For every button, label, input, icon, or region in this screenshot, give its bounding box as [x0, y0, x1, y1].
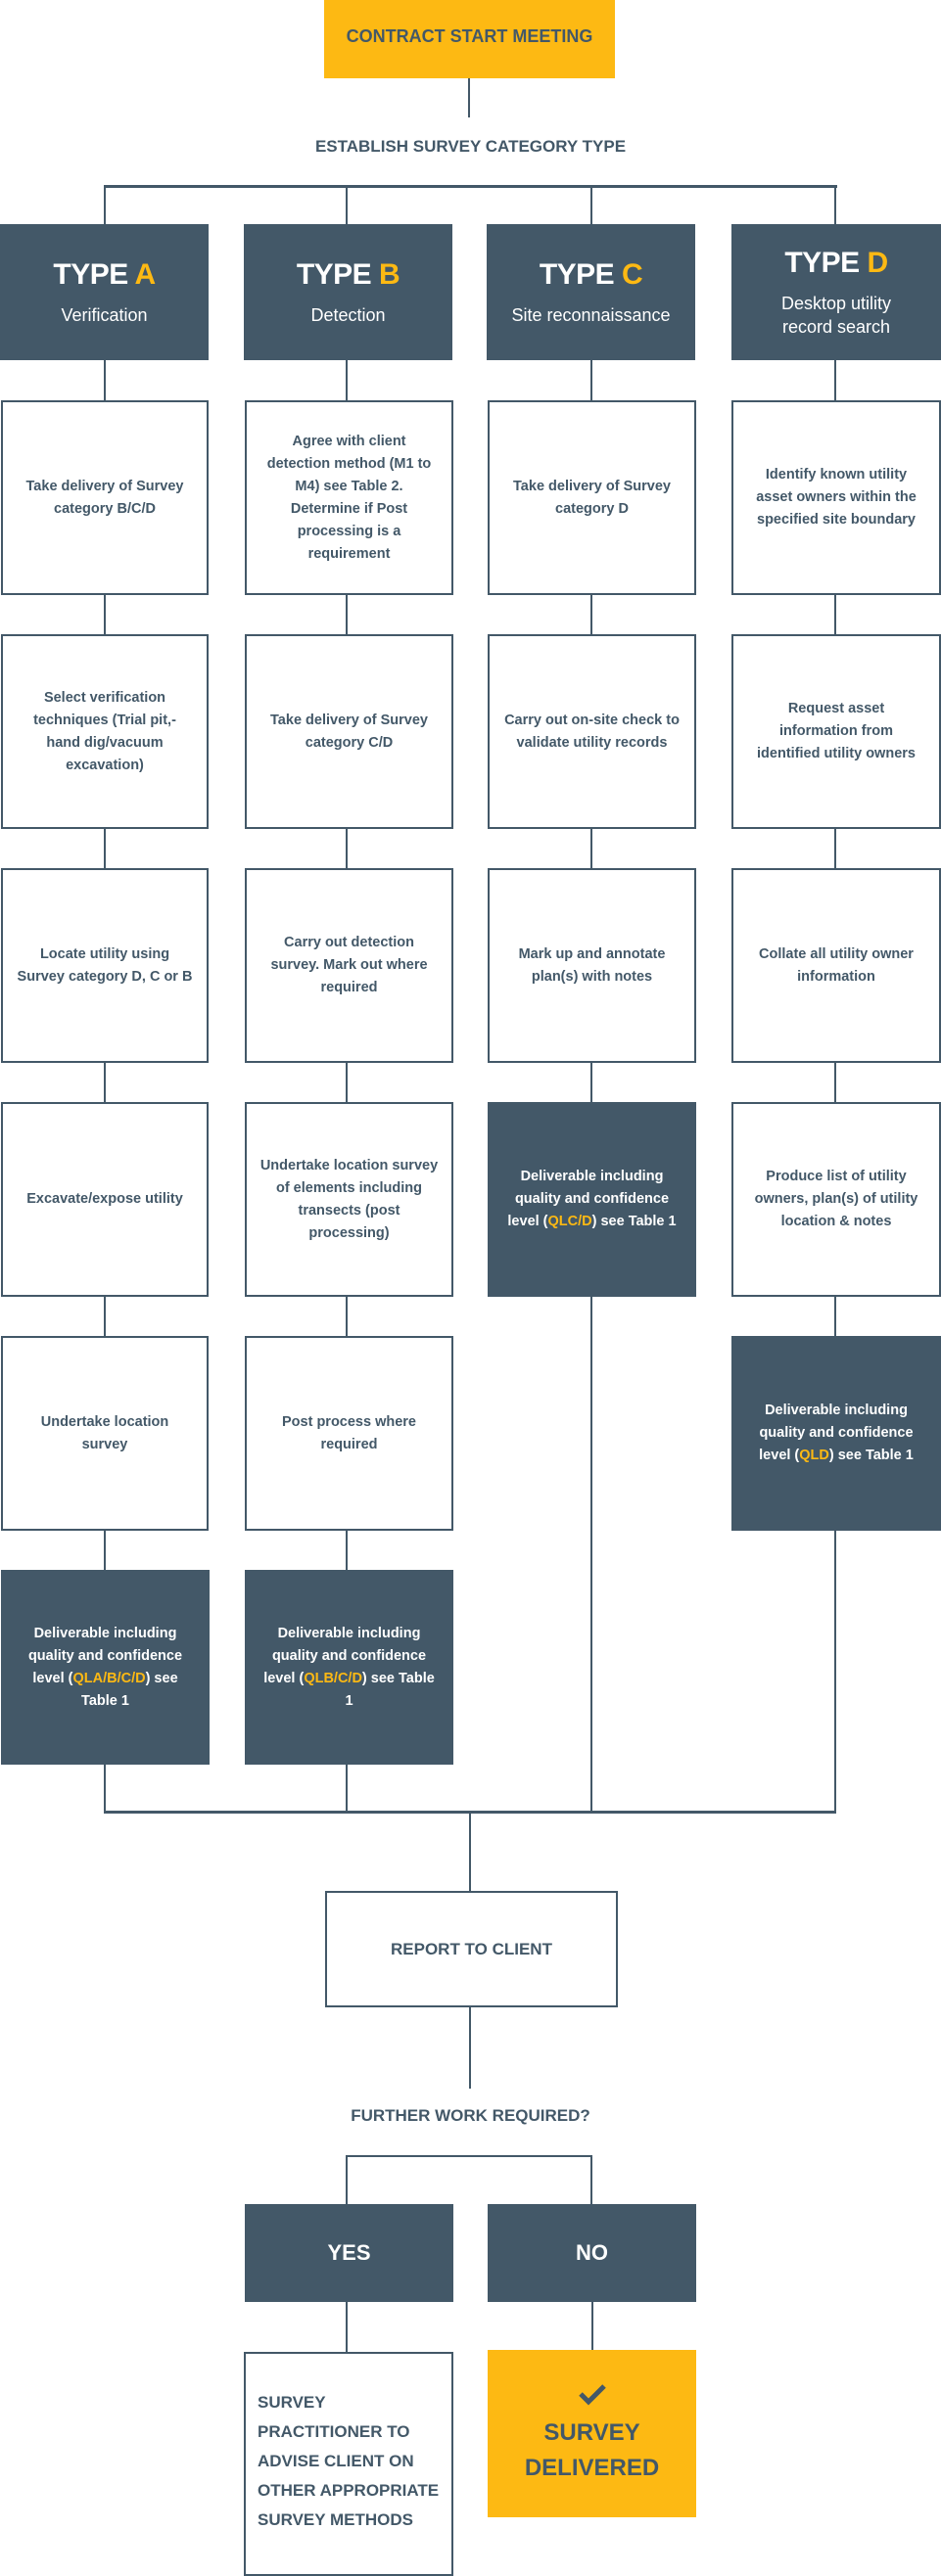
- connector-yes: [346, 2155, 348, 2204]
- no-option: NO: [488, 2204, 696, 2302]
- deliverable-suffix: ) see Table 1: [828, 1448, 914, 1463]
- no-label: NO: [576, 2240, 608, 2265]
- step-d-2: Request asset information from identifie…: [731, 634, 941, 829]
- quality-level-code: QLC/D: [547, 1214, 592, 1229]
- contract-start-meeting: CONTRACT START MEETING: [324, 0, 615, 78]
- step-text: Agree with client detection method (M1 t…: [266, 433, 432, 562]
- step-text: Collate all utility owner information: [759, 945, 914, 985]
- connector-type-c: [590, 185, 592, 224]
- type-prefix: TYPE: [784, 246, 868, 279]
- step-text: Take delivery of Survey category C/D: [270, 712, 428, 751]
- type-a-header: TYPE A Verification: [0, 224, 209, 360]
- step-a-1: Take delivery of Survey category B/C/D: [1, 400, 209, 595]
- step-text: Carry out detection survey. Mark out whe…: [270, 935, 428, 995]
- step-d-4: Produce list of utility owners, plan(s) …: [731, 1102, 941, 1297]
- connector-start-down: [468, 78, 470, 117]
- quality-level-code: QLB/C/D: [304, 1670, 362, 1686]
- step-c-2: Carry out on-site check to validate util…: [488, 634, 696, 829]
- contract-start-label: CONTRACT START MEETING: [346, 25, 593, 46]
- deliverable-d: Deliverable including quality and confid…: [731, 1336, 941, 1531]
- deliverable-text: Deliverable including quality and confid…: [1, 1623, 210, 1713]
- step-text: Take delivery of Survey category D: [513, 478, 671, 517]
- yes-label: YES: [327, 2240, 371, 2265]
- type-c-header: TYPE C Site reconnaissance: [487, 224, 695, 360]
- type-d-header: TYPE D Desktop utility record search: [731, 224, 941, 360]
- connector-yes-down: [346, 2301, 348, 2353]
- type-prefix: TYPE: [296, 257, 380, 291]
- type-c-title: TYPE C: [539, 257, 643, 292]
- connector-types-bar: [104, 185, 837, 188]
- connector-type-a: [104, 185, 106, 224]
- deliverable-text: Deliverable including quality and confid…: [731, 1400, 941, 1467]
- type-a-title: TYPE A: [53, 257, 156, 292]
- further-work-heading: FURTHER WORK REQUIRED?: [351, 2106, 590, 2125]
- type-letter: C: [622, 257, 643, 291]
- survey-delivered-text: SURVEY DELIVERED: [524, 2418, 660, 2481]
- step-d-3: Collate all utility owner information: [731, 868, 941, 1063]
- type-letter: D: [867, 246, 889, 279]
- quality-level-code: QLD: [799, 1448, 829, 1463]
- deliverable-text: Deliverable including quality and confid…: [245, 1623, 453, 1713]
- step-text: Identify known utility asset owners with…: [756, 467, 917, 528]
- connector-decision-bar: [346, 2155, 592, 2157]
- deliverable-c: Deliverable including quality and confid…: [488, 1102, 696, 1297]
- step-text: Take delivery of Survey category B/C/D: [25, 478, 184, 517]
- report-label: REPORT TO CLIENT: [391, 1939, 552, 1958]
- type-letter: B: [379, 257, 400, 291]
- connector-type-d: [834, 185, 836, 224]
- type-b-header: TYPE B Detection: [244, 224, 452, 360]
- step-text: Select verification techniques (Trial pi…: [33, 689, 176, 773]
- step-text: Excavate/expose utility: [26, 1191, 183, 1207]
- report-to-client: REPORT TO CLIENT: [325, 1891, 618, 2007]
- step-b-2: Take delivery of Survey category C/D: [245, 634, 453, 829]
- step-text: Undertake location survey: [40, 1413, 169, 1452]
- deliverable-b: Deliverable including quality and confid…: [245, 1570, 453, 1765]
- type-d-title: TYPE D: [784, 246, 889, 280]
- quality-level-code: QLA/B/C/D: [72, 1670, 146, 1686]
- step-b-3: Carry out detection survey. Mark out whe…: [245, 868, 453, 1063]
- connector-no: [590, 2155, 592, 2204]
- step-text: Carry out on-site check to validate util…: [504, 712, 680, 751]
- deliverable-a: Deliverable including quality and confid…: [1, 1570, 210, 1765]
- yes-option: YES: [245, 2204, 453, 2302]
- step-text: Post process where required: [282, 1413, 416, 1452]
- type-prefix: TYPE: [53, 257, 135, 291]
- connector-to-report: [469, 1812, 471, 1892]
- connector-type-b: [346, 185, 348, 224]
- step-c-3: Mark up and annotate plan(s) with notes: [488, 868, 696, 1063]
- step-d-1: Identify known utility asset owners with…: [731, 400, 941, 595]
- type-prefix: TYPE: [539, 257, 623, 291]
- connector-report-down: [469, 2006, 471, 2089]
- yes-outcome: SURVEY PRACTITIONER TO ADVISE CLIENT ON …: [244, 2352, 453, 2576]
- connector-no-down: [591, 2301, 593, 2352]
- step-b-1: Agree with client detection method (M1 t…: [245, 400, 453, 595]
- type-c-subtitle: Site reconnaissance: [511, 304, 671, 325]
- step-text: Locate utility using Survey category D, …: [17, 945, 193, 985]
- type-b-title: TYPE B: [297, 258, 400, 292]
- yes-outcome-text: SURVEY PRACTITIONER TO ADVISE CLIENT ON …: [258, 2392, 440, 2529]
- type-a-subtitle: Verification: [61, 304, 148, 325]
- step-text: Produce list of utility owners, plan(s) …: [754, 1169, 918, 1229]
- type-letter: A: [134, 257, 156, 291]
- step-b-5: Post process where required: [245, 1336, 453, 1531]
- step-a-3: Locate utility using Survey category D, …: [1, 868, 209, 1063]
- survey-delivered: SURVEY DELIVERED: [488, 2350, 696, 2517]
- deliverable-suffix: ) see Table 1: [591, 1214, 677, 1229]
- establish-heading: ESTABLISH SURVEY CATEGORY TYPE: [314, 137, 627, 156]
- type-d-subtitle: Desktop utility record search: [780, 293, 892, 337]
- step-text: Mark up and annotate plan(s) with notes: [518, 945, 666, 985]
- step-a-5: Undertake location survey: [1, 1336, 209, 1531]
- step-text: Undertake location survey of elements in…: [259, 1157, 439, 1241]
- type-b-subtitle: Detection: [310, 304, 386, 325]
- step-a-4: Excavate/expose utility: [1, 1102, 209, 1297]
- deliverable-text: Deliverable including quality and confid…: [488, 1166, 696, 1233]
- check-icon: [578, 2383, 606, 2406]
- step-text: Request asset information from identifie…: [757, 701, 916, 761]
- step-b-4: Undertake location survey of elements in…: [245, 1102, 453, 1297]
- step-c-1: Take delivery of Survey category D: [488, 400, 696, 595]
- step-a-2: Select verification techniques (Trial pi…: [1, 634, 209, 829]
